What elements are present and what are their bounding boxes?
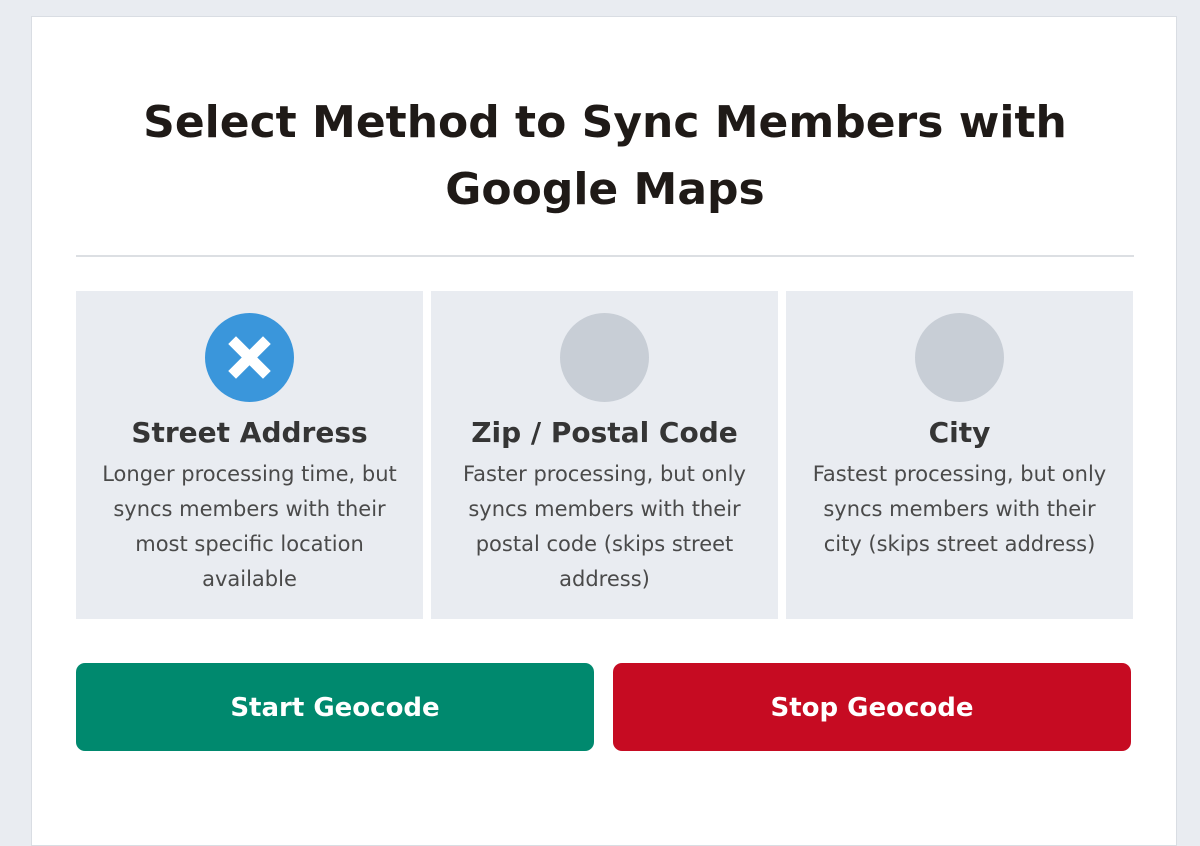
option-description: Faster processing, but only syncs member… bbox=[463, 462, 746, 591]
city-radio[interactable] bbox=[915, 313, 1004, 402]
close-x-icon bbox=[228, 336, 271, 379]
option-description: Longer processing time, but syncs member… bbox=[102, 462, 397, 591]
stop-geocode-button[interactable]: Stop Geocode bbox=[613, 663, 1131, 751]
sync-method-panel: Select Method to Sync Members with Googl… bbox=[31, 16, 1177, 846]
option-city[interactable]: City Fastest processing, but only syncs … bbox=[786, 291, 1133, 619]
option-zip-postal-code[interactable]: Zip / Postal Code Faster processing, but… bbox=[431, 291, 778, 619]
option-street-address[interactable]: Street Address Longer processing time, b… bbox=[76, 291, 423, 619]
street-address-radio[interactable] bbox=[205, 313, 294, 402]
option-description: Fastest processing, but only syncs membe… bbox=[812, 462, 1107, 556]
method-options: Street Address Longer processing time, b… bbox=[76, 291, 1134, 619]
page-title: Select Method to Sync Members with Googl… bbox=[143, 97, 1067, 215]
zip-postal-code-radio[interactable] bbox=[560, 313, 649, 402]
option-label: City bbox=[928, 416, 991, 449]
option-label: Zip / Postal Code bbox=[471, 416, 738, 449]
start-geocode-button[interactable]: Start Geocode bbox=[76, 663, 594, 751]
divider bbox=[76, 255, 1134, 257]
option-label: Street Address bbox=[131, 416, 368, 449]
